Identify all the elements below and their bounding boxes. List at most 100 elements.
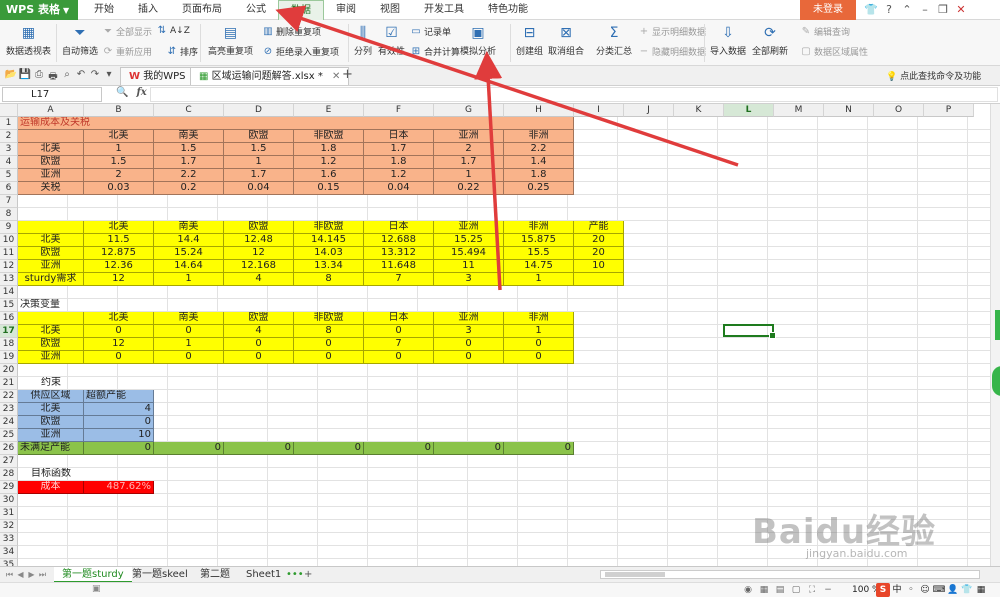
sort-button[interactable]: ⇵ 排序 bbox=[166, 45, 198, 58]
subtotal-button[interactable]: Σ 分类汇总 bbox=[596, 22, 632, 57]
row-label-cell[interactable]: 欧盟 bbox=[18, 156, 84, 169]
command-search[interactable]: 💡 点此查找命令及功能 bbox=[886, 69, 981, 82]
restore-icon[interactable]: ❐ bbox=[934, 0, 952, 20]
decision-cell[interactable]: 3 bbox=[434, 325, 504, 338]
unit-cost-cell[interactable]: 15.875 bbox=[504, 234, 574, 247]
column-header-g[interactable]: G bbox=[434, 104, 504, 117]
sheet-tab-skeel[interactable]: 第一题skeel bbox=[124, 567, 196, 583]
unit-cost-cell[interactable]: 15.5 bbox=[504, 247, 574, 260]
row-header-28[interactable]: 28 bbox=[0, 468, 18, 481]
row-header-25[interactable]: 25 bbox=[0, 429, 18, 442]
row-label-cell[interactable]: 亚洲 bbox=[18, 429, 84, 442]
unit-cost-cell[interactable]: 1 bbox=[154, 273, 224, 286]
decision-cell[interactable]: 0 bbox=[224, 351, 294, 364]
split-columns-button[interactable]: ⫼ 分列 bbox=[352, 22, 374, 57]
cost-cell[interactable]: 1.4 bbox=[504, 156, 574, 169]
row-header-17[interactable]: 17 bbox=[0, 325, 18, 338]
row-header-6[interactable]: 6 bbox=[0, 182, 18, 195]
side-panel-handle[interactable] bbox=[995, 310, 1000, 340]
decision-cell[interactable]: 0 bbox=[224, 338, 294, 351]
decision-cell[interactable]: 1 bbox=[504, 325, 574, 338]
keyboard-icon[interactable]: ⌨ bbox=[932, 583, 946, 597]
row-header-26[interactable]: 26 bbox=[0, 442, 18, 455]
sort-az-button[interactable]: ⇅ A↓Z bbox=[156, 25, 190, 36]
column-header-h[interactable]: H bbox=[504, 104, 574, 117]
unit-cost-cell[interactable]: 14.145 bbox=[294, 234, 364, 247]
cell-area[interactable]: 运输成本及关税 北美 南美 欧盟 非欧盟 日本 亚洲 非洲 北美 1 1.5 1.5 1.8 1.7 2 2.… bbox=[18, 117, 990, 566]
import-data-button[interactable]: ⇩ 导入数据 bbox=[710, 22, 746, 57]
column-header-d[interactable]: D bbox=[224, 104, 294, 117]
more-sheets-icon[interactable]: ••• bbox=[286, 567, 304, 582]
cost-cell[interactable]: 1 bbox=[434, 169, 504, 182]
excess-header-cell[interactable]: 超额产能 bbox=[84, 390, 154, 403]
region-header-cell[interactable]: 日本 bbox=[364, 130, 434, 143]
region-header-cell[interactable]: 北美 bbox=[84, 221, 154, 234]
user-icon[interactable]: 👤 bbox=[946, 583, 960, 597]
unit-cost-cell[interactable]: 4 bbox=[224, 273, 294, 286]
region-header-cell[interactable]: 南美 bbox=[154, 221, 224, 234]
objective-title[interactable]: 目标函数 bbox=[18, 468, 84, 481]
unmet-cell[interactable]: 0 bbox=[504, 442, 574, 455]
tab-view[interactable]: 视图 bbox=[368, 0, 412, 20]
add-sheet-icon[interactable]: + bbox=[304, 567, 312, 582]
region-header-cell[interactable]: 亚洲 bbox=[434, 312, 504, 325]
cost-cell[interactable]: 1.5 bbox=[224, 143, 294, 156]
punctuation-icon[interactable]: ◦ bbox=[904, 583, 918, 597]
cost-cell[interactable]: 0.15 bbox=[294, 182, 364, 195]
decision-cell[interactable]: 4 bbox=[224, 325, 294, 338]
select-all-corner[interactable] bbox=[0, 104, 18, 117]
unit-cost-cell[interactable]: 11.648 bbox=[364, 260, 434, 273]
tab-formula[interactable]: 公式 bbox=[234, 0, 278, 20]
cost-cell[interactable]: 0.22 bbox=[434, 182, 504, 195]
cost-cell[interactable]: 0.04 bbox=[364, 182, 434, 195]
unit-cost-cell[interactable]: 12 bbox=[224, 247, 294, 260]
region-header-cell[interactable]: 非欧盟 bbox=[294, 221, 364, 234]
row-header-34[interactable]: 34 bbox=[0, 546, 18, 559]
unmet-label-cell[interactable]: 未满足产能 bbox=[18, 442, 84, 455]
capacity-cell[interactable]: 20 bbox=[574, 234, 624, 247]
zoom-search-icon[interactable]: 🔍 bbox=[116, 87, 128, 98]
doc-tab-wps[interactable]: W 我的WPS bbox=[120, 67, 195, 85]
excess-cell[interactable]: 10 bbox=[84, 429, 154, 442]
region-header-cell[interactable]: 南美 bbox=[154, 130, 224, 143]
first-sheet-icon[interactable]: ⏮ bbox=[4, 568, 15, 582]
unmet-cell[interactable]: 0 bbox=[84, 442, 154, 455]
unmet-cell[interactable]: 0 bbox=[294, 442, 364, 455]
decision-cell[interactable]: 0 bbox=[154, 325, 224, 338]
cost-cell[interactable]: 1.7 bbox=[434, 156, 504, 169]
row-header-31[interactable]: 31 bbox=[0, 507, 18, 520]
what-if-analysis-button[interactable]: ▣ 模拟分析 bbox=[460, 22, 496, 57]
row-header-23[interactable]: 23 bbox=[0, 403, 18, 416]
unit-cost-cell[interactable]: 15.24 bbox=[154, 247, 224, 260]
create-group-button[interactable]: ⊟ 创建组 bbox=[516, 22, 543, 57]
cost-cell[interactable]: 1.6 bbox=[294, 169, 364, 182]
region-header-cell[interactable]: 日本 bbox=[364, 312, 434, 325]
record-form-button[interactable]: ▭ 记录单 bbox=[410, 25, 451, 38]
cost-cell[interactable]: 1.2 bbox=[364, 169, 434, 182]
cost-cell[interactable]: 2.2 bbox=[504, 143, 574, 156]
show-detail-button[interactable]: + 显示明细数据 bbox=[638, 25, 706, 38]
row-header-24[interactable]: 24 bbox=[0, 416, 18, 429]
cost-label-cell[interactable]: 成本 bbox=[18, 481, 84, 494]
skin-icon[interactable]: 👕 bbox=[960, 583, 974, 597]
region-header-cell[interactable]: 非洲 bbox=[504, 130, 574, 143]
cost-cell[interactable]: 1.5 bbox=[154, 143, 224, 156]
row-label-cell[interactable]: 亚洲 bbox=[18, 169, 84, 182]
cost-cell[interactable]: 1.2 bbox=[294, 156, 364, 169]
column-header-b[interactable]: B bbox=[84, 104, 154, 117]
chinese-mode-icon[interactable]: 中 bbox=[890, 583, 904, 597]
column-header-m[interactable]: M bbox=[774, 104, 824, 117]
scroll-thumb[interactable] bbox=[605, 572, 665, 577]
row-header-10[interactable]: 10 bbox=[0, 234, 18, 247]
name-box[interactable]: L17 bbox=[2, 87, 102, 102]
unmet-cell[interactable]: 0 bbox=[224, 442, 294, 455]
cost-value-cell[interactable]: 487.62% bbox=[84, 481, 154, 494]
column-header-o[interactable]: O bbox=[874, 104, 924, 117]
cost-cell[interactable]: 0.2 bbox=[154, 182, 224, 195]
column-header-j[interactable]: J bbox=[624, 104, 674, 117]
unmet-cell[interactable]: 0 bbox=[364, 442, 434, 455]
unmet-cell[interactable]: 0 bbox=[434, 442, 504, 455]
row-header-22[interactable]: 22 bbox=[0, 390, 18, 403]
unit-cost-cell[interactable]: 12.688 bbox=[364, 234, 434, 247]
hide-detail-button[interactable]: − 隐藏明细数据 bbox=[638, 45, 706, 58]
